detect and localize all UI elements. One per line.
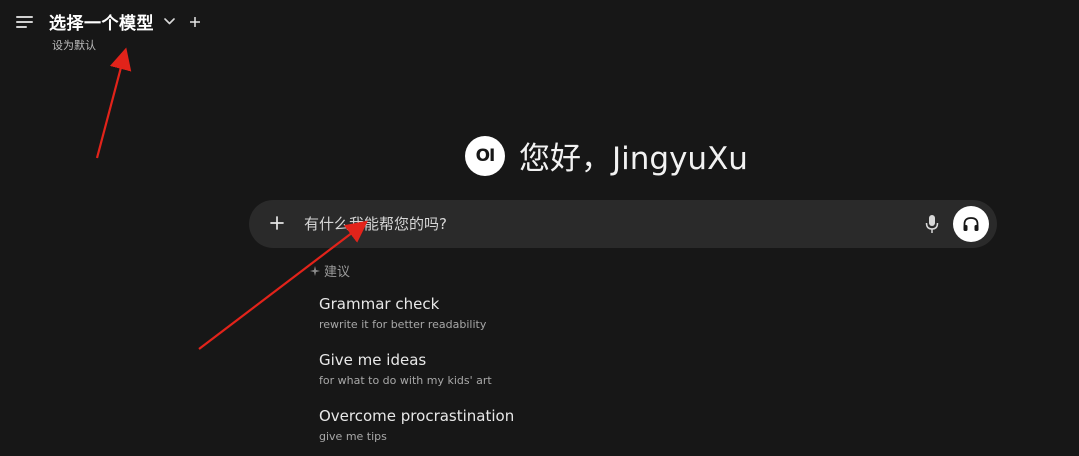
menu-button[interactable] xyxy=(14,11,36,33)
model-selector[interactable]: 选择一个模型 xyxy=(49,9,201,34)
model-selector-label: 选择一个模型 xyxy=(49,14,154,34)
microphone-icon xyxy=(925,215,939,233)
suggestion-title: Give me ideas xyxy=(319,351,427,369)
menu-icon xyxy=(16,16,33,28)
voice-mode-button[interactable] xyxy=(953,206,989,242)
add-model-button[interactable] xyxy=(189,14,201,30)
suggestion-title: Grammar check xyxy=(319,295,440,313)
logo: OI xyxy=(465,135,505,176)
suggestion-subtitle: give me tips xyxy=(319,430,387,443)
suggestion-item[interactable]: Grammar check rewrite it for better read… xyxy=(319,295,486,331)
microphone-button[interactable] xyxy=(921,212,943,236)
suggestion-subtitle: for what to do with my kids' art xyxy=(319,374,492,387)
annotation-arrow-model xyxy=(95,47,132,159)
chevron-down-icon[interactable] xyxy=(162,15,176,29)
sparkle-icon xyxy=(310,265,320,276)
suggestions-heading-label: 建议 xyxy=(324,265,351,280)
set-default-link[interactable]: 设为默认 xyxy=(52,37,96,53)
suggestion-item[interactable]: Give me ideas for what to do with my kid… xyxy=(319,351,492,387)
attach-button[interactable] xyxy=(266,212,288,234)
suggestions-heading: 建议 xyxy=(310,261,350,280)
plus-icon xyxy=(189,16,201,27)
suggestion-item[interactable]: Overcome procrastination give me tips xyxy=(319,407,514,443)
chat-page: 选择一个模型 设为默认 OI 您好，JingyuXu 有什么我能帮您的吗? 建议… xyxy=(0,0,1079,456)
chat-input[interactable] xyxy=(302,214,906,234)
greeting-text: 您好，JingyuXu xyxy=(519,141,748,177)
plus-icon xyxy=(270,216,284,230)
suggestion-subtitle: rewrite it for better readability xyxy=(319,318,487,331)
chat-input-bar xyxy=(249,200,997,248)
greeting: OI 您好，JingyuXu xyxy=(465,133,748,178)
suggestion-title: Overcome procrastination xyxy=(319,407,515,425)
headphones-icon xyxy=(963,217,979,231)
